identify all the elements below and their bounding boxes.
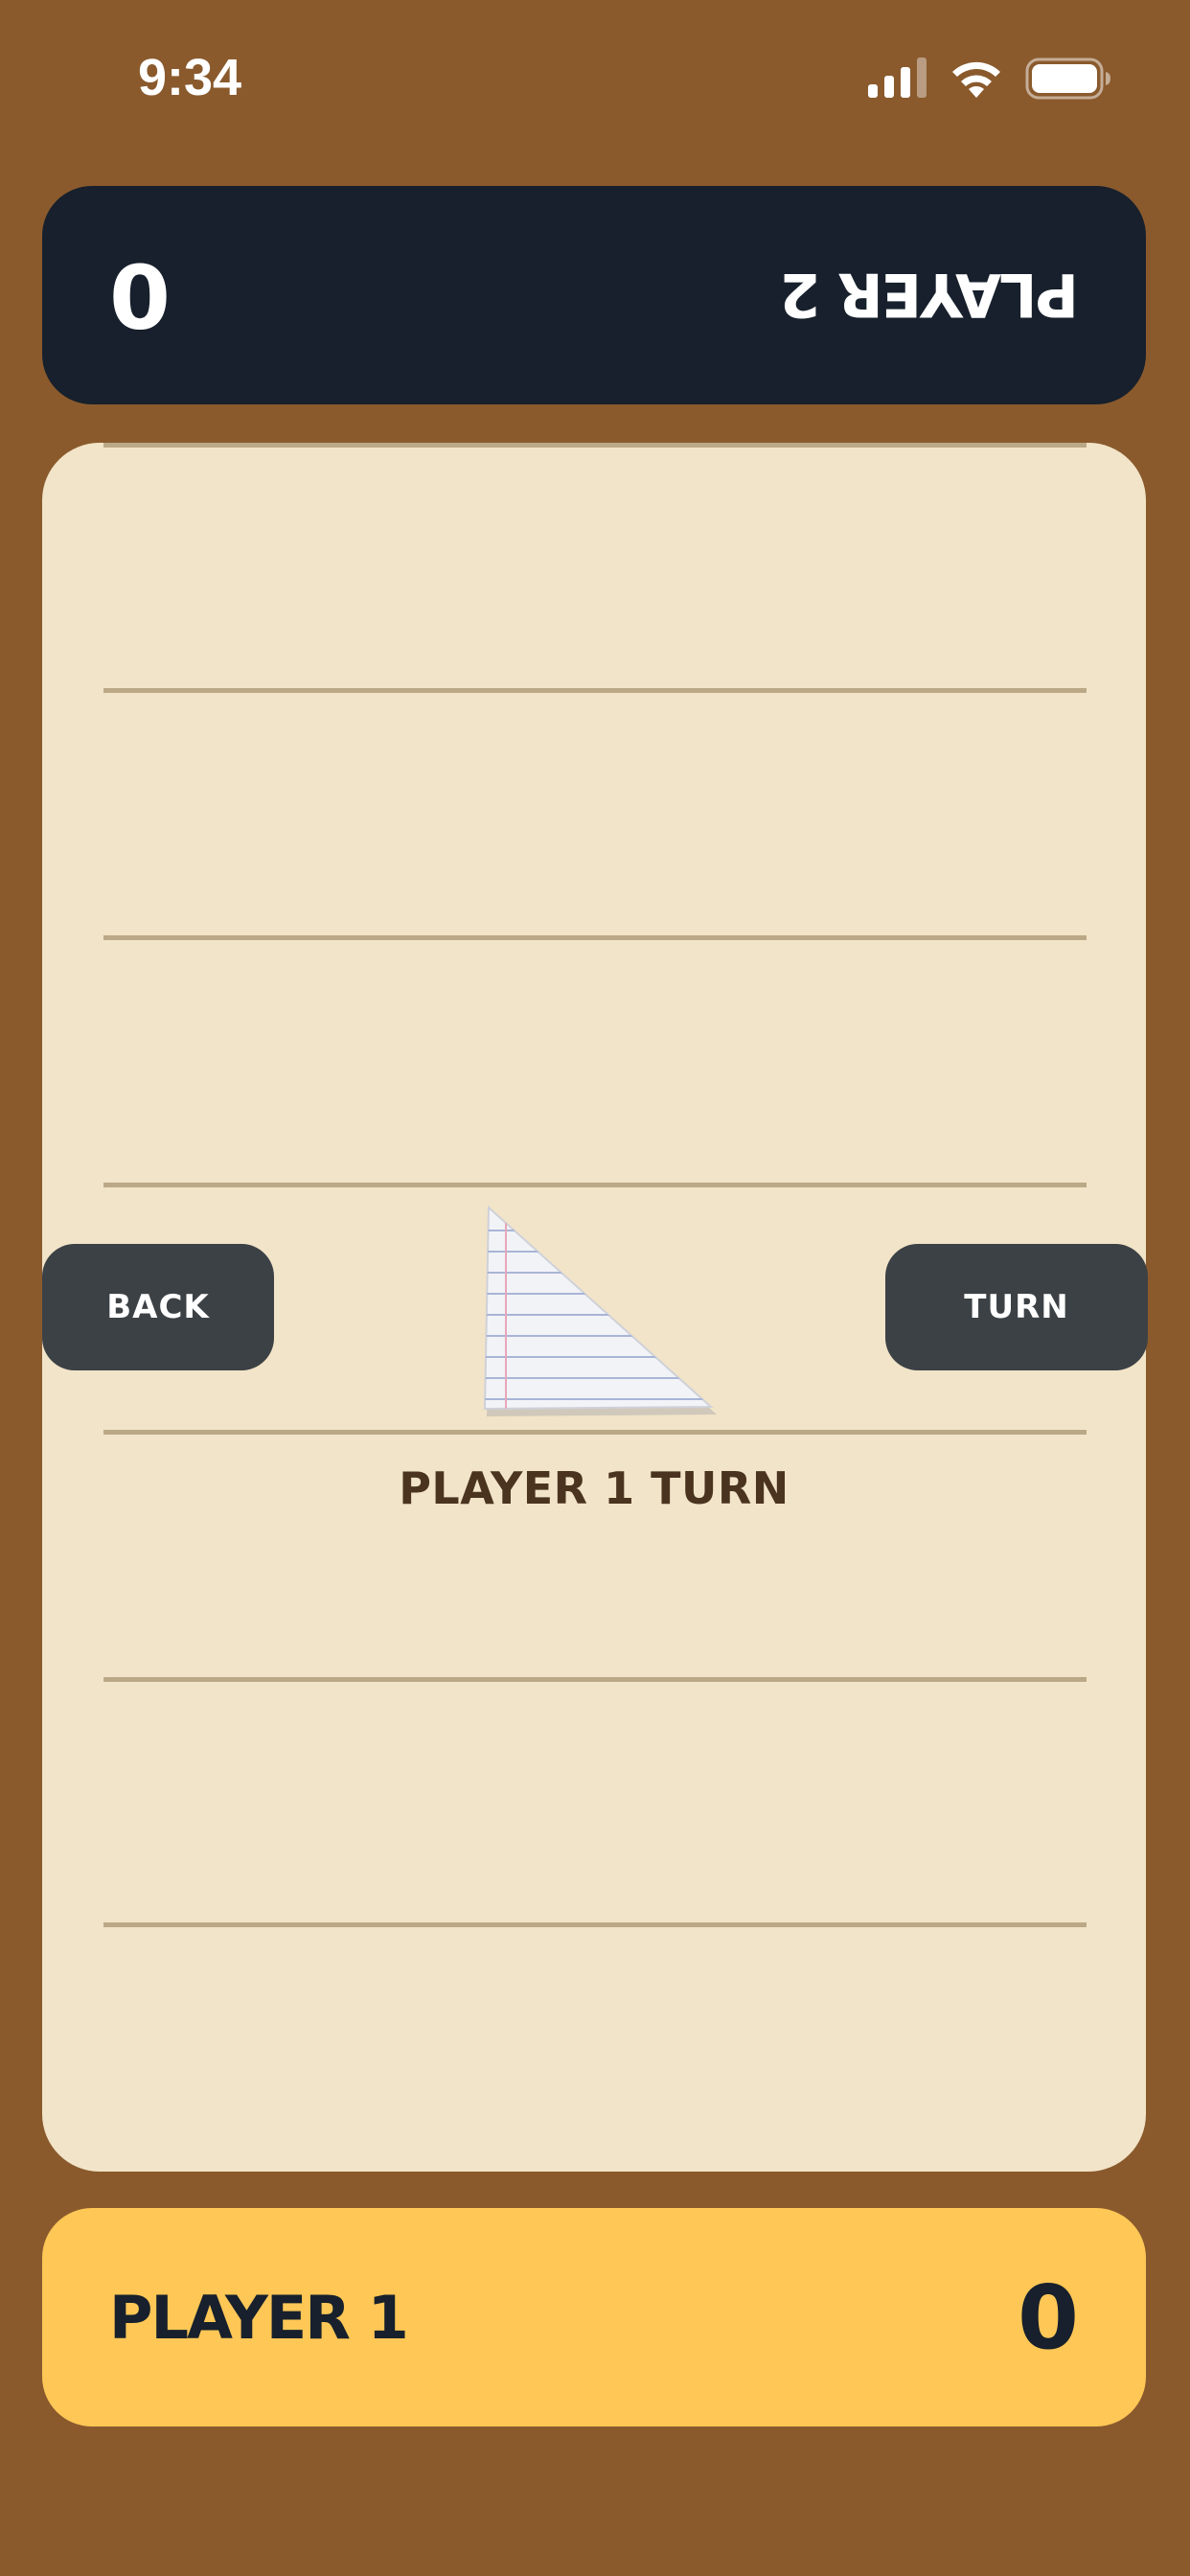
wifi-icon — [952, 61, 1000, 98]
status-bar: 9:34 — [0, 0, 1190, 153]
paper-triangle-piece[interactable] — [479, 1202, 753, 1422]
player1-score: 0 — [1017, 2266, 1079, 2369]
board-line — [103, 443, 1087, 448]
player2-score: 0 — [109, 243, 172, 347]
player1-card-content: PLAYER 1 0 — [42, 2208, 1146, 2426]
player2-name: PLAYER 2 — [781, 260, 1079, 331]
board-line — [103, 1922, 1087, 1927]
turn-indicator: PLAYER 1 TURN — [399, 1462, 790, 1514]
board-line — [103, 1677, 1087, 1682]
player1-score-card: PLAYER 1 0 — [42, 2208, 1146, 2426]
board-line — [103, 1183, 1087, 1187]
player2-score-card: PLAYER 2 0 — [42, 186, 1146, 404]
back-button[interactable]: BACK — [42, 1244, 274, 1370]
player1-name: PLAYER 1 — [109, 2282, 409, 2353]
board-line — [103, 688, 1087, 693]
signal-icon — [868, 58, 927, 98]
battery-icon — [1025, 58, 1110, 100]
board-line — [103, 1430, 1087, 1435]
player2-card-content: PLAYER 2 0 — [42, 186, 1146, 404]
turn-button[interactable]: TURN — [885, 1244, 1148, 1370]
board-line — [103, 935, 1087, 940]
status-time: 9:34 — [138, 49, 242, 106]
